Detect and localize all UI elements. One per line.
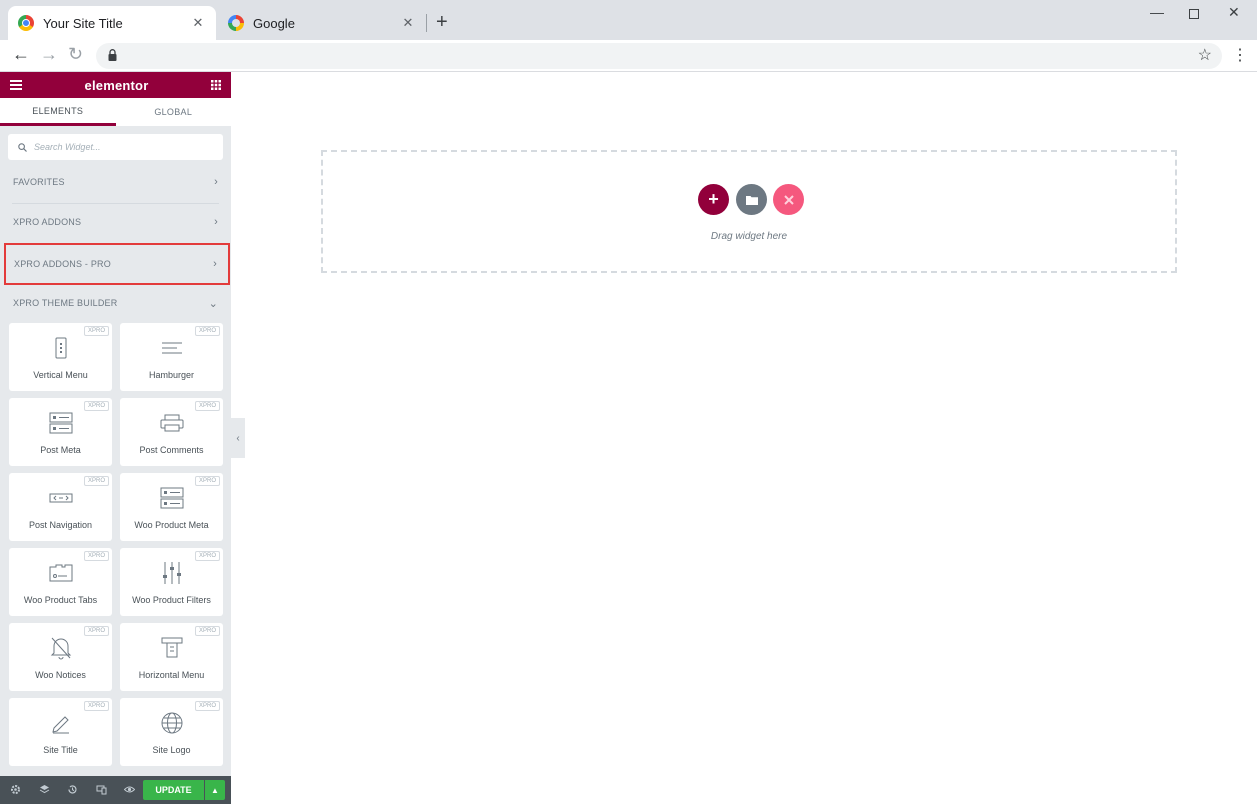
close-window-button[interactable]: ✕ bbox=[1228, 4, 1240, 21]
widget-site-logo[interactable]: XPRO Site Logo bbox=[120, 698, 223, 766]
settings-icon[interactable] bbox=[10, 784, 21, 795]
search-widget-input[interactable]: Search Widget... bbox=[8, 134, 223, 160]
forward-arrow-icon[interactable]: → bbox=[40, 44, 58, 65]
add-template-button[interactable] bbox=[736, 184, 767, 215]
widget-hamburger[interactable]: XPRO Hamburger bbox=[120, 323, 223, 391]
category-label: XPRO THEME BUILDER bbox=[13, 298, 118, 308]
xpro-templates-button[interactable] bbox=[773, 184, 804, 215]
new-tab-button[interactable]: + bbox=[436, 12, 448, 32]
category-xpro-theme-builder[interactable]: XPRO THEME BUILDER ⌄ bbox=[8, 283, 223, 323]
widget-post-meta[interactable]: XPRO Post Meta bbox=[9, 398, 112, 466]
product-meta-icon bbox=[160, 487, 183, 509]
widget-horizontal-menu[interactable]: XPRO Horizontal Menu bbox=[120, 623, 223, 691]
preview-eye-icon[interactable] bbox=[124, 784, 135, 795]
category-label: FAVORITES bbox=[13, 177, 65, 187]
widget-site-title[interactable]: XPRO Site Title bbox=[9, 698, 112, 766]
update-options-button[interactable]: ▲ bbox=[205, 780, 225, 800]
widget-post-comments[interactable]: XPRO Post Comments bbox=[120, 398, 223, 466]
filters-icon bbox=[162, 562, 181, 584]
search-placeholder: Search Widget... bbox=[34, 142, 101, 152]
folder-icon bbox=[745, 195, 758, 205]
widget-label: Horizontal Menu bbox=[138, 670, 205, 680]
tab-global[interactable]: GLOBAL bbox=[116, 98, 232, 126]
category-xpro-addons-pro[interactable]: XPRO ADDONS - PRO › bbox=[4, 243, 230, 285]
tab-title: Your Site Title bbox=[43, 15, 123, 31]
widget-label: Post Comments bbox=[139, 445, 204, 455]
google-icon bbox=[228, 15, 244, 31]
chevron-right-icon: › bbox=[214, 176, 218, 188]
browser-tab-google[interactable]: Google ✕ bbox=[218, 6, 426, 40]
widget-label: Post Navigation bbox=[28, 520, 93, 530]
panel-header: elementor bbox=[0, 72, 231, 98]
address-bar[interactable]: ☆ bbox=[96, 43, 1222, 69]
close-tab-icon[interactable]: ✕ bbox=[190, 15, 206, 31]
post-navigation-icon bbox=[49, 493, 72, 503]
xpro-logo-icon bbox=[783, 194, 794, 205]
widget-label: Hamburger bbox=[148, 370, 195, 380]
widget-label: Woo Notices bbox=[35, 670, 86, 680]
browser-tab-site[interactable]: Your Site Title ✕ bbox=[8, 6, 216, 40]
widget-post-navigation[interactable]: XPRO Post Navigation bbox=[9, 473, 112, 541]
minimize-button[interactable]: — bbox=[1150, 4, 1164, 20]
history-icon[interactable] bbox=[67, 784, 78, 795]
widget-label: Post Meta bbox=[40, 445, 81, 455]
category-favorites[interactable]: FAVORITES › bbox=[8, 162, 223, 202]
update-button[interactable]: UPDATE bbox=[143, 780, 204, 800]
widget-woo-product-filters[interactable]: XPRO Woo Product Filters bbox=[120, 548, 223, 616]
apps-grid-icon[interactable] bbox=[211, 80, 221, 90]
category-label: XPRO ADDONS bbox=[13, 217, 82, 227]
post-meta-icon bbox=[49, 412, 72, 434]
panel-footer: UPDATE ▲ bbox=[0, 776, 231, 804]
layers-icon[interactable] bbox=[39, 784, 50, 795]
chevron-right-icon: › bbox=[214, 216, 218, 228]
bookmark-star-icon[interactable]: ☆ bbox=[1198, 45, 1212, 65]
category-xpro-addons[interactable]: XPRO ADDONS › bbox=[8, 202, 223, 242]
responsive-icon[interactable] bbox=[96, 784, 107, 795]
elementor-logo: elementor bbox=[84, 77, 149, 93]
globe-icon bbox=[161, 712, 182, 734]
collapse-panel-button[interactable]: ‹ bbox=[231, 418, 245, 458]
chrome-icon bbox=[18, 15, 34, 31]
horizontal-menu-icon bbox=[161, 637, 182, 658]
widget-label: Site Logo bbox=[152, 745, 191, 755]
add-section-button[interactable]: + bbox=[698, 184, 729, 215]
widget-woo-notices[interactable]: XPRO Woo Notices bbox=[9, 623, 112, 691]
panel-tabs: ELEMENTS GLOBAL bbox=[0, 98, 231, 126]
maximize-button[interactable] bbox=[1189, 6, 1199, 22]
drop-zone[interactable]: + Drag widget here bbox=[321, 150, 1177, 273]
pencil-icon bbox=[51, 716, 69, 734]
hamburger-icon bbox=[161, 342, 182, 354]
widget-label: Vertical Menu bbox=[33, 370, 88, 380]
category-label: XPRO ADDONS - PRO bbox=[14, 259, 111, 269]
drag-widget-text: Drag widget here bbox=[710, 231, 788, 242]
widget-label: Site Title bbox=[43, 745, 78, 755]
widget-vertical-menu[interactable]: XPRO Vertical Menu bbox=[9, 323, 112, 391]
lock-icon bbox=[108, 49, 117, 61]
vertical-menu-icon bbox=[55, 337, 66, 359]
tab-elements[interactable]: ELEMENTS bbox=[0, 98, 116, 126]
post-comments-icon bbox=[160, 414, 183, 432]
tab-title: Google bbox=[253, 15, 295, 31]
widget-woo-product-tabs[interactable]: XPRO Woo Product Tabs bbox=[9, 548, 112, 616]
widget-label: Woo Product Tabs bbox=[23, 595, 98, 605]
tab-separator bbox=[426, 14, 427, 32]
browser-toolbar: ← → ↻ ☆ ⋮ bbox=[0, 40, 1257, 72]
back-arrow-icon[interactable]: ← bbox=[12, 44, 30, 65]
close-tab-icon[interactable]: ✕ bbox=[400, 15, 416, 31]
browser-tab-bar: Your Site Title ✕ Google ✕ + — ✕ bbox=[0, 0, 1257, 40]
widget-label: Woo Product Meta bbox=[134, 520, 209, 530]
notices-icon bbox=[50, 637, 71, 660]
hamburger-menu-icon[interactable] bbox=[10, 80, 22, 90]
chevron-down-icon: ⌄ bbox=[208, 297, 218, 310]
search-icon bbox=[18, 142, 27, 152]
chevron-right-icon: › bbox=[213, 258, 217, 270]
browser-menu-icon[interactable]: ⋮ bbox=[1232, 45, 1248, 65]
widget-woo-product-meta[interactable]: XPRO Woo Product Meta bbox=[120, 473, 223, 541]
reload-icon[interactable]: ↻ bbox=[68, 44, 83, 65]
widget-label: Woo Product Filters bbox=[132, 595, 211, 605]
product-tabs-icon bbox=[49, 564, 72, 582]
